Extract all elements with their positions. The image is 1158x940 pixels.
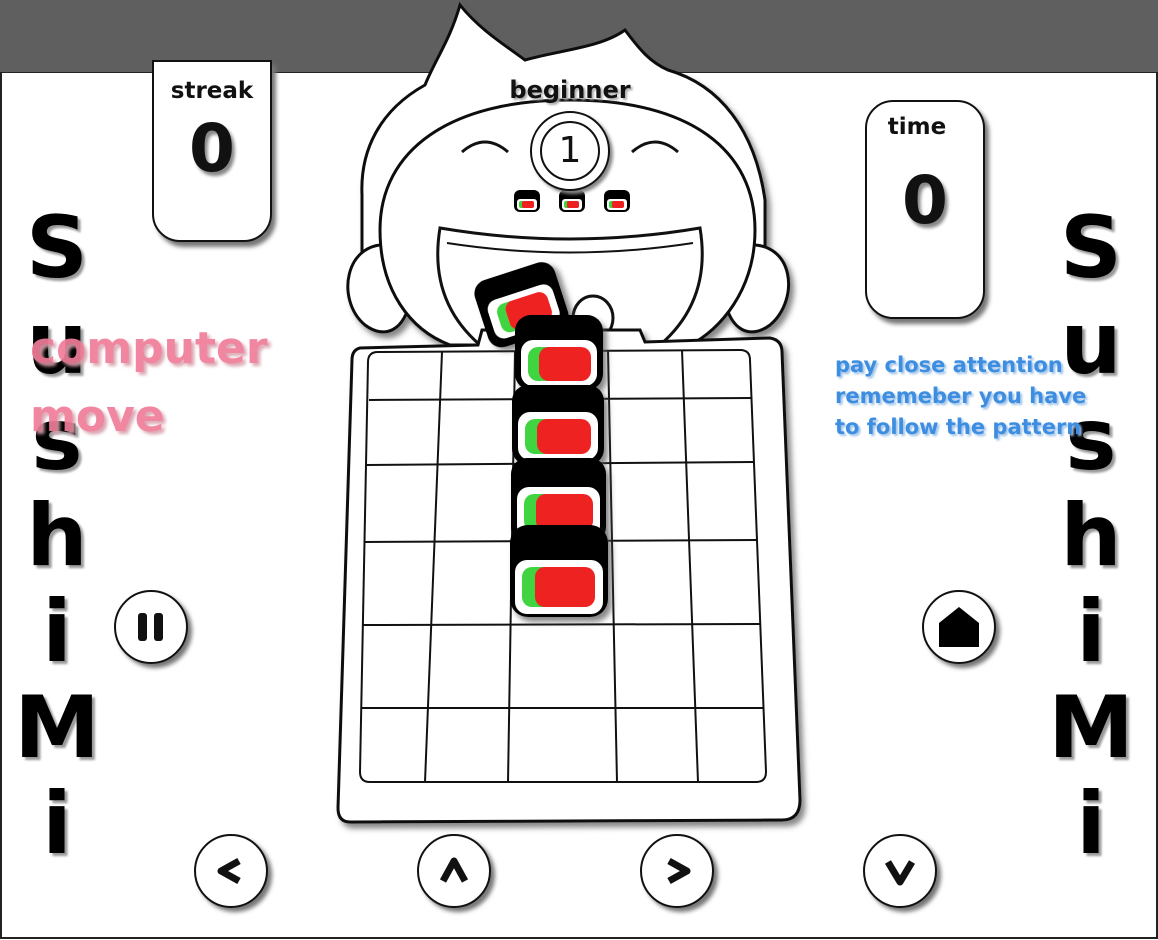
home-icon (939, 607, 979, 647)
streak-value: 0 (189, 110, 235, 187)
life-sushi-icon (604, 190, 630, 212)
pause-icon (138, 613, 163, 641)
board-grid-line (362, 623, 761, 626)
time-panel: time 0 (865, 100, 985, 319)
sushi-piece (515, 315, 603, 390)
streak-panel: streak 0 (152, 60, 272, 242)
right-arrow-button[interactable] (640, 834, 714, 908)
life-sushi-icon (514, 190, 540, 212)
up-arrow-button[interactable] (417, 834, 491, 908)
down-arrow-button[interactable] (863, 834, 937, 908)
chevron-down-icon (884, 860, 916, 886)
time-label: time (887, 114, 947, 140)
time-value: 0 (902, 162, 948, 239)
sushi-piece (510, 525, 608, 617)
instructions-text: pay close attention rememeber you have t… (835, 353, 1087, 439)
chevron-left-icon (217, 857, 241, 885)
home-button[interactable] (922, 590, 996, 664)
level-name: beginner (509, 76, 631, 104)
pause-button[interactable] (114, 590, 188, 664)
left-arrow-button[interactable] (194, 834, 268, 908)
chevron-right-icon (667, 857, 691, 885)
status-message: computer move (30, 323, 268, 442)
life-sushi-icon (559, 190, 585, 212)
level-badge: 1 (530, 111, 610, 191)
level-number: 1 (540, 121, 600, 181)
streak-label: streak (170, 78, 254, 104)
sushi-piece (512, 385, 604, 465)
chevron-up-icon (439, 857, 469, 883)
